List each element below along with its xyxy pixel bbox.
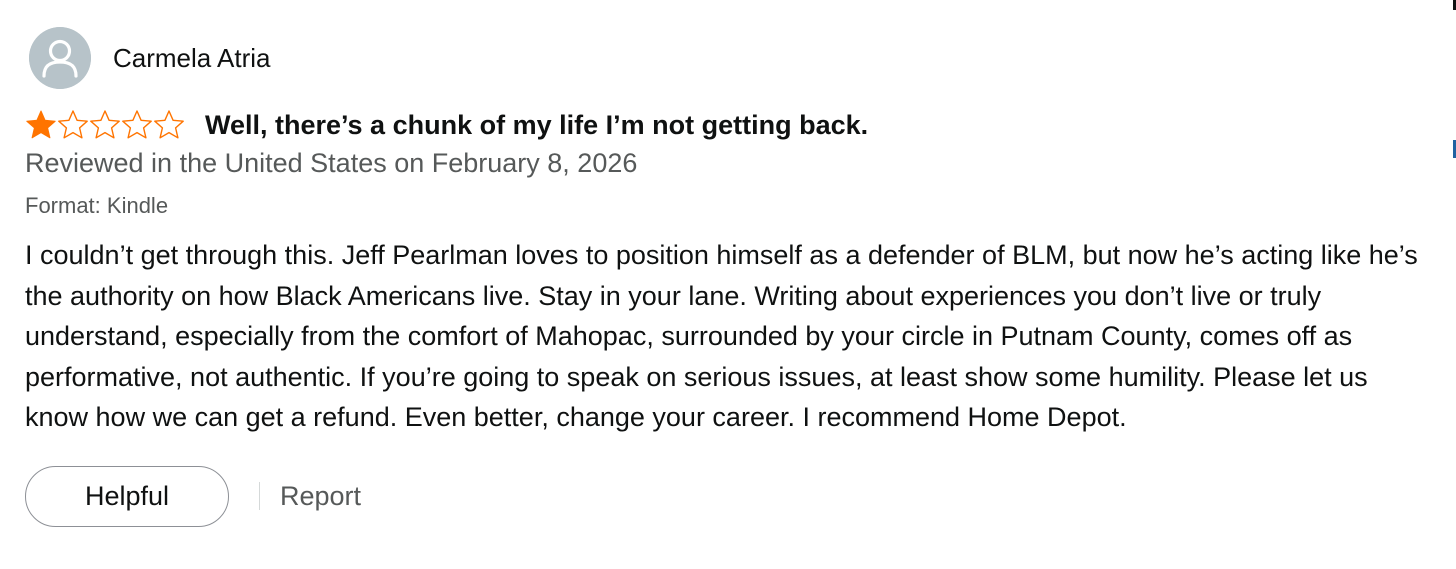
rating-title-row: Well, there’s a chunk of my life I’m not… — [25, 106, 1435, 144]
reviewer-profile[interactable]: Carmela Atria — [25, 26, 1435, 90]
action-divider — [259, 482, 260, 510]
helpful-button[interactable]: Helpful — [25, 465, 229, 527]
star-rating[interactable] — [25, 109, 185, 141]
star-empty-icon — [58, 110, 88, 139]
report-link[interactable]: Report — [280, 481, 361, 512]
review-title[interactable]: Well, there’s a chunk of my life I’m not… — [205, 110, 868, 141]
star-empty-icon — [90, 110, 120, 139]
default-avatar-icon — [29, 27, 91, 89]
review-date: Reviewed in the United States on Februar… — [25, 148, 638, 178]
star-filled-icon — [26, 110, 56, 139]
reviewer-name[interactable]: Carmela Atria — [113, 43, 271, 74]
star-empty-icon — [154, 110, 184, 139]
star-empty-icon — [122, 110, 152, 139]
review-format[interactable]: Format: Kindle — [25, 193, 1435, 219]
review-actions: Helpful Report — [25, 465, 1435, 527]
review-body: I couldn’t get through this. Jeff Pearlm… — [25, 240, 1418, 432]
customer-review: Carmela Atria Well, there’s a chunk of m… — [25, 26, 1435, 527]
